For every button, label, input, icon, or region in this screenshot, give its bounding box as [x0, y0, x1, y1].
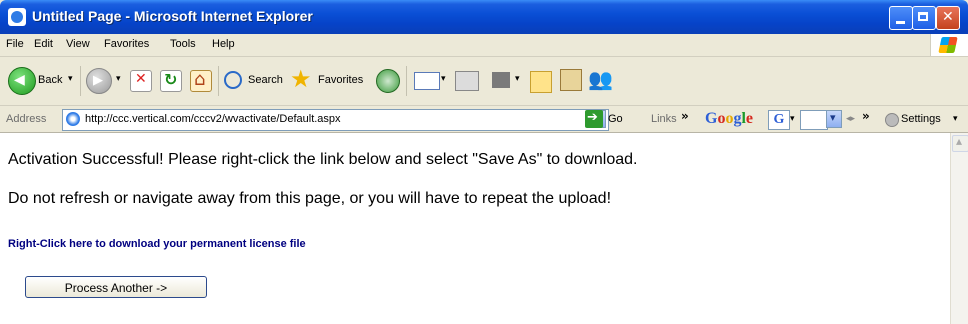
google-g-button[interactable]: G	[768, 110, 790, 130]
menu-edit[interactable]: Edit	[34, 38, 53, 50]
do-not-refresh-warning: Do not refresh or navigate away from thi…	[8, 190, 612, 207]
settings-dropdown[interactable]: ▾	[953, 114, 958, 124]
back-label[interactable]: Back	[38, 74, 62, 86]
edit-dropdown[interactable]: ▾	[515, 74, 520, 84]
links-chevron[interactable]: »	[681, 109, 689, 123]
maximize-button[interactable]	[912, 6, 936, 30]
minimize-button[interactable]	[889, 6, 913, 30]
menu-bar: File Edit View Favorites Tools Help	[0, 34, 968, 57]
settings-icon[interactable]	[885, 113, 899, 127]
back-dropdown[interactable]: ▾	[68, 74, 73, 84]
research-icon[interactable]	[560, 69, 582, 91]
google-dropdown[interactable]: ▾	[790, 114, 795, 124]
menu-favorites[interactable]: Favorites	[104, 38, 149, 50]
history-icon[interactable]	[376, 69, 400, 93]
menu-help[interactable]: Help	[212, 38, 235, 50]
window-title: Untitled Page - Microsoft Internet Explo…	[32, 8, 313, 24]
forward-dropdown[interactable]: ▾	[116, 74, 121, 84]
search-icon[interactable]	[224, 71, 242, 89]
go-icon[interactable]	[585, 110, 603, 128]
google-logo: Google	[705, 110, 754, 127]
separator	[218, 66, 219, 96]
print-icon[interactable]	[455, 71, 479, 91]
settings-button[interactable]: Settings	[901, 113, 941, 125]
download-license-link[interactable]: Right-Click here to download your perman…	[8, 238, 306, 250]
browser-window: Untitled Page - Microsoft Internet Explo…	[0, 0, 968, 324]
stop-icon[interactable]	[130, 70, 152, 92]
links-label[interactable]: Links	[651, 113, 677, 125]
google-search-input[interactable]	[800, 110, 828, 130]
notes-icon[interactable]	[530, 71, 552, 93]
ie-icon	[8, 8, 26, 26]
edit-icon[interactable]	[492, 72, 510, 88]
go-button[interactable]: Go	[608, 113, 623, 125]
refresh-icon[interactable]	[160, 70, 182, 92]
mail-dropdown[interactable]: ▾	[441, 74, 446, 84]
vertical-scrollbar[interactable]	[950, 133, 968, 324]
menu-tools[interactable]: Tools	[170, 38, 196, 50]
mail-icon[interactable]	[414, 72, 440, 90]
activation-success-message: Activation Successful! Please right-clic…	[8, 151, 638, 168]
menu-file[interactable]: File	[6, 38, 24, 50]
windows-logo-icon	[930, 34, 968, 56]
google-resize-handle[interactable]: ◂▸	[846, 114, 855, 124]
back-icon[interactable]	[8, 67, 36, 95]
home-icon[interactable]	[190, 69, 212, 92]
favorites-button[interactable]: Favorites	[318, 74, 363, 86]
page-icon	[66, 112, 80, 126]
favorites-star-icon[interactable]: ★	[290, 65, 312, 93]
google-search-dropdown[interactable]	[826, 110, 842, 128]
close-button[interactable]	[936, 6, 960, 30]
address-label: Address	[6, 113, 47, 125]
google-toolbar-chevron[interactable]: »	[862, 109, 870, 123]
menu-view[interactable]: View	[66, 38, 90, 50]
search-button[interactable]: Search	[248, 74, 283, 86]
page-content: Activation Successful! Please right-clic…	[0, 133, 950, 324]
process-another-button[interactable]: Process Another ->	[25, 276, 207, 298]
address-bar: Address http://ccc.vertical.com/cccv2/wv…	[0, 106, 968, 133]
separator	[80, 66, 81, 96]
forward-icon[interactable]	[86, 68, 112, 94]
address-input[interactable]: http://ccc.vertical.com/cccv2/wvactivate…	[62, 109, 609, 131]
title-bar: Untitled Page - Microsoft Internet Explo…	[0, 0, 968, 34]
address-url[interactable]: http://ccc.vertical.com/cccv2/wvactivate…	[85, 113, 341, 125]
scroll-up-button[interactable]	[952, 134, 968, 152]
messenger-icon[interactable]: 👥	[588, 67, 613, 91]
standard-toolbar: Back ▾ ▾ Search ★ Favorites ▾ ▾ 👥	[0, 57, 968, 106]
separator	[406, 66, 407, 96]
